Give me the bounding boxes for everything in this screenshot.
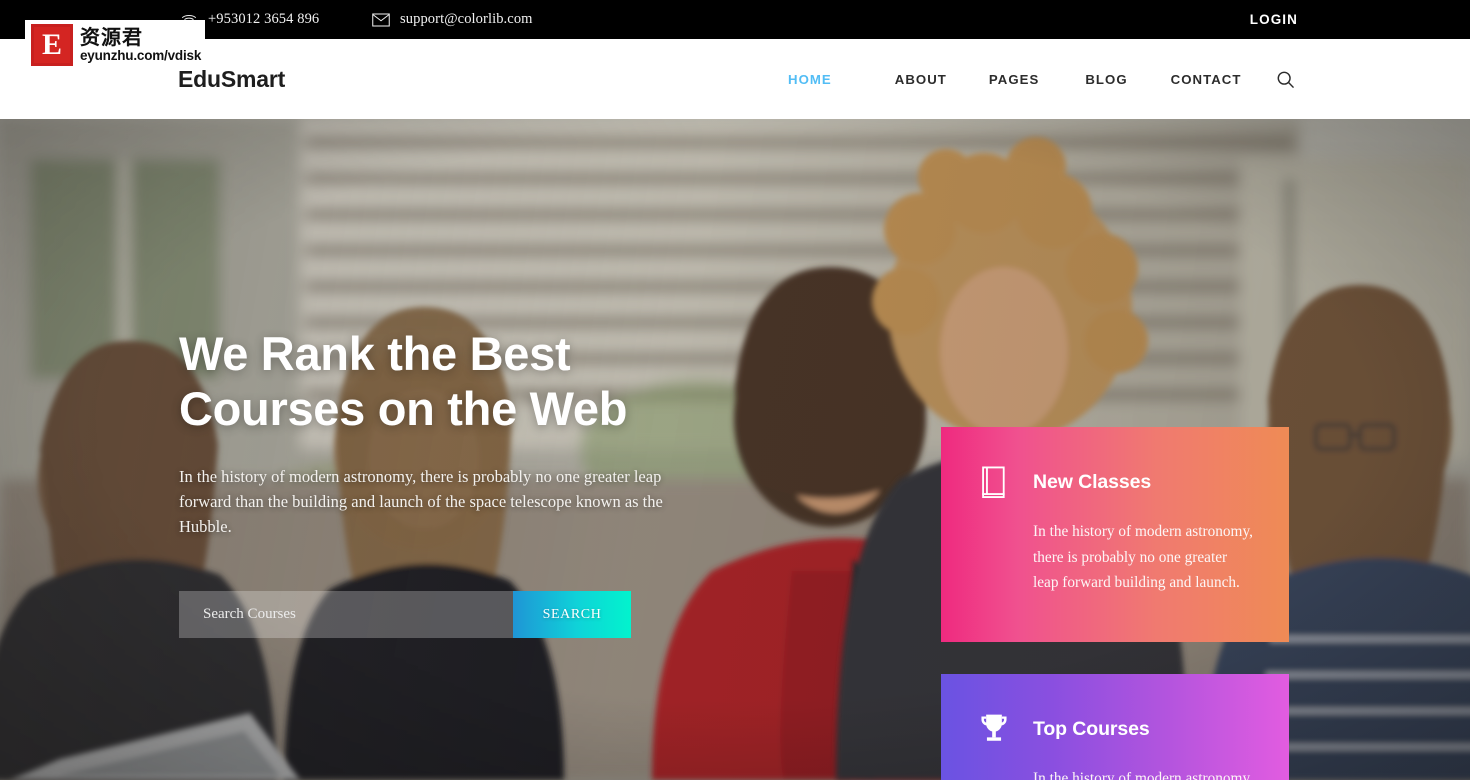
watermark-text: 资源君 eyunzhu.com/vdisk	[80, 26, 201, 64]
watermark-badge-letter: E	[31, 24, 73, 66]
top-bar: +953012 3654 896 support@colorlib.com LO…	[0, 0, 1470, 39]
hero-subtitle: In the history of modern astronomy, ther…	[179, 467, 663, 537]
course-search-box: SEARCH	[179, 591, 631, 638]
envelope-icon	[372, 11, 390, 29]
book-icon	[977, 465, 1011, 499]
hero-copy: We Rank the Best Courses on the Web In t…	[179, 327, 719, 539]
search-input[interactable]	[179, 591, 513, 638]
card-header: New Classes	[977, 465, 1253, 499]
card-description: In the history of modern astronomy, ther…	[1033, 523, 1253, 591]
hero-title-line-2: Courses on the Web	[179, 381, 628, 435]
hero-section: We Rank the Best Courses on the Web In t…	[0, 119, 1470, 780]
feature-card-new-classes[interactable]: New Classes In the history of modern ast…	[941, 427, 1289, 642]
phone-number: +953012 3654 896	[208, 11, 320, 27]
nav-item-contact[interactable]: CONTACT	[1171, 72, 1242, 87]
watermark-overlay: E 资源君 eyunzhu.com/vdisk	[25, 20, 205, 70]
hero-title: We Rank the Best Courses on the Web	[179, 327, 719, 436]
email-address: support@colorlib.com	[400, 11, 533, 27]
nav-item-blog[interactable]: BLOG	[1085, 72, 1127, 87]
watermark-chinese-label: 资源君	[80, 24, 143, 49]
nav-item-pages[interactable]: PAGES	[989, 72, 1039, 87]
login-button[interactable]: LOGIN	[1250, 0, 1298, 39]
card-title: Top Courses	[1033, 717, 1150, 740]
watermark-url: eyunzhu.com/vdisk	[80, 47, 202, 63]
card-header: Top Courses	[977, 712, 1253, 746]
feature-card-top-courses[interactable]: Top Courses In the history of modern ast…	[941, 674, 1289, 780]
trophy-icon	[977, 712, 1011, 746]
search-icon[interactable]	[1276, 39, 1295, 119]
topbar-email[interactable]: support@colorlib.com	[372, 0, 533, 39]
card-title: New Classes	[1033, 470, 1152, 493]
hero-title-line-1: We Rank the Best	[179, 327, 571, 380]
nav-item-home[interactable]: HOME	[788, 72, 832, 87]
nav-item-about[interactable]: ABOUT	[895, 72, 947, 87]
search-submit-button[interactable]: SEARCH	[513, 591, 631, 638]
site-header: EduSmart HOME ABOUT PAGES BLOG CONTACT	[0, 39, 1470, 119]
card-description: In the history of modern astronomy, ther…	[1033, 770, 1253, 780]
main-navigation: HOME ABOUT PAGES BLOG CONTACT	[788, 39, 1242, 119]
